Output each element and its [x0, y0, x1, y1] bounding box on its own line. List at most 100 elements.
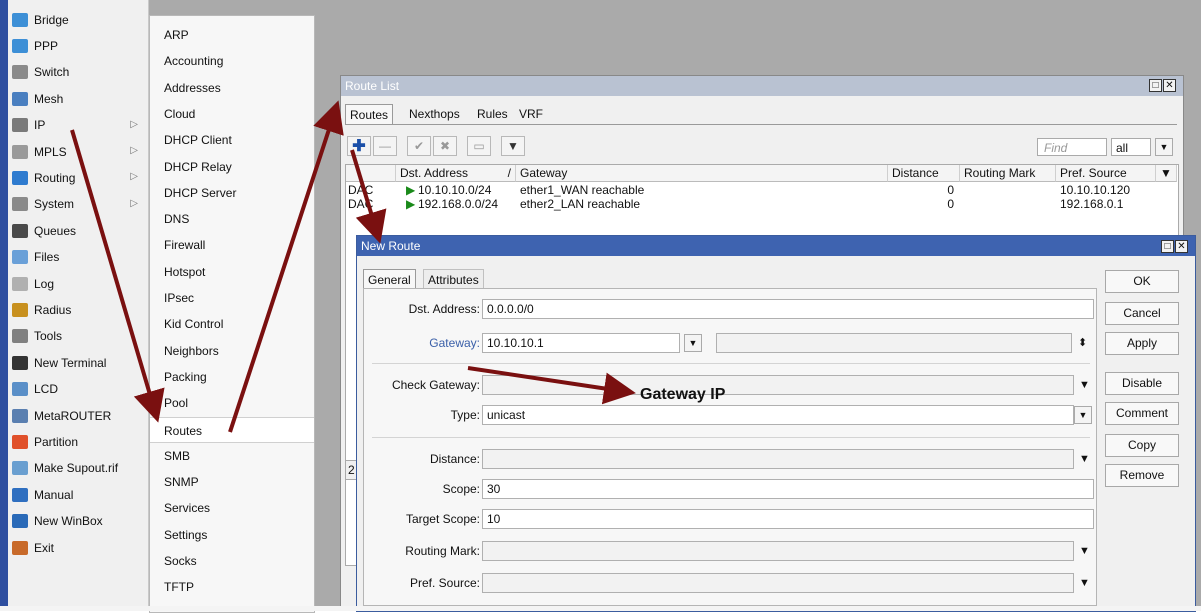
menu-item-routing[interactable]: Routing ▷ [8, 165, 148, 190]
menu-item-label: Log [34, 276, 55, 291]
maximize-button[interactable]: □ [1161, 240, 1174, 253]
submenu-item-services[interactable]: Services [150, 495, 314, 521]
menu-item-bridge[interactable]: Bridge [8, 7, 148, 32]
submenu-item-smb[interactable]: SMB [150, 443, 314, 469]
comment-icon[interactable]: ▭ [467, 136, 491, 156]
comment-button[interactable]: Comment [1105, 402, 1179, 425]
submenu-item-arp[interactable]: ARP [150, 22, 314, 48]
menu-item-mpls[interactable]: MPLS ▷ [8, 139, 148, 164]
submenu-item-dhcp-relay[interactable]: DHCP Relay [150, 154, 314, 180]
target-scope-input[interactable]: 10 [482, 509, 1094, 529]
tab-vrf[interactable]: VRF [515, 104, 547, 124]
tab-nexthops[interactable]: Nexthops [405, 104, 464, 124]
menu-item-manual[interactable]: Manual [8, 482, 148, 507]
row-flags: DAC [348, 183, 374, 197]
menu-item-files[interactable]: Files [8, 245, 148, 270]
submenu-item-firewall[interactable]: Firewall [150, 232, 314, 258]
submenu-item-socks[interactable]: Socks [150, 548, 314, 574]
tab-attributes[interactable]: Attributes [423, 269, 484, 289]
tab-general[interactable]: General [363, 269, 416, 289]
menu-item-exit[interactable]: Exit [8, 535, 148, 560]
submenu-item-ipsec[interactable]: IPsec [150, 285, 314, 311]
remove-icon[interactable]: — [373, 136, 397, 156]
column-pref-source[interactable]: Pref. Source [1056, 165, 1156, 182]
submenu-item-tftp[interactable]: TFTP [150, 574, 314, 600]
menu-item-make-supout-rif[interactable]: Make Supout.rif [8, 456, 148, 481]
add-icon[interactable]: ✚ [347, 136, 371, 156]
submenu-item-neighbors[interactable]: Neighbors [150, 338, 314, 364]
submenu-item-packing[interactable]: Packing [150, 364, 314, 390]
disable-button[interactable]: Disable [1105, 372, 1179, 395]
column-dst-address[interactable]: Dst. Address / [396, 165, 516, 182]
menu-item-log[interactable]: Log [8, 271, 148, 296]
type-dropdown-icon[interactable]: ▼ [1074, 406, 1092, 424]
submenu-item-pool[interactable]: Pool [150, 390, 314, 416]
menu-item-tools[interactable]: Tools [8, 324, 148, 349]
distance-dropdown-icon[interactable]: ▼ [1079, 449, 1090, 469]
column-distance[interactable]: Distance [888, 165, 960, 182]
scope-input[interactable]: 30 [482, 479, 1094, 499]
routing-mark-dropdown-icon[interactable]: ▼ [1079, 541, 1090, 561]
enable-icon[interactable]: ✔ [407, 136, 431, 156]
submenu-item-accounting[interactable]: Accounting [150, 48, 314, 74]
menu-item-new-terminal[interactable]: New Terminal [8, 350, 148, 375]
ip-submenu: ARP Accounting Addresses Cloud DHCP Client DH… [149, 15, 315, 613]
menu-item-system[interactable]: System ▷ [8, 192, 148, 217]
submenu-item-routes[interactable]: Routes [150, 416, 314, 443]
dst-address-input[interactable]: 0.0.0.0/0 [482, 299, 1094, 319]
disable-icon[interactable]: ✖ [433, 136, 457, 156]
maximize-button[interactable]: □ [1149, 79, 1162, 92]
submenu-item-settings[interactable]: Settings [150, 522, 314, 548]
target-scope-label: Target Scope: [405, 512, 480, 526]
submenu-arrow-icon: ▷ [130, 197, 138, 209]
menu-item-partition[interactable]: Partition [8, 429, 148, 454]
pref-source-select[interactable] [482, 573, 1074, 593]
column-flags [346, 165, 396, 182]
close-button[interactable]: ✕ [1163, 79, 1176, 92]
submenu-item-dhcp-client[interactable]: DHCP Client [150, 127, 314, 153]
column-menu-icon[interactable]: ▼ [1156, 165, 1177, 182]
ok-button[interactable]: OK [1105, 270, 1179, 293]
submenu-item-hotspot[interactable]: Hotspot [150, 259, 314, 285]
menu-item-ppp[interactable]: PPP [8, 33, 148, 58]
check-gateway-dropdown-icon[interactable]: ▼ [1079, 375, 1090, 395]
filter-select[interactable]: all [1111, 138, 1151, 156]
copy-button[interactable]: Copy [1105, 434, 1179, 457]
column-gateway[interactable]: Gateway [516, 165, 888, 182]
filter-icon[interactable]: ▼ [501, 136, 525, 156]
menu-item-radius[interactable]: Radius [8, 297, 148, 322]
pref-source-dropdown-icon[interactable]: ▼ [1079, 573, 1090, 593]
add-remove-gateway-icon[interactable]: ⬍ [1078, 333, 1087, 353]
menu-item-ip[interactable]: IP ▷ [8, 113, 148, 138]
submenu-item-kid-control[interactable]: Kid Control [150, 311, 314, 337]
menu-item-metarouter[interactable]: MetaROUTER [8, 403, 148, 428]
submenu-item-cloud[interactable]: Cloud [150, 101, 314, 127]
menu-item-lcd[interactable]: LCD [8, 377, 148, 402]
menu-item-mesh[interactable]: Mesh [8, 86, 148, 111]
check-gateway-select[interactable] [482, 375, 1074, 395]
column-routing-mark[interactable]: Routing Mark [960, 165, 1056, 182]
cancel-button[interactable]: Cancel [1105, 302, 1179, 325]
find-input[interactable]: Find [1037, 138, 1107, 156]
gateway-dropdown-icon[interactable]: ▼ [684, 334, 702, 352]
submenu-item-snmp[interactable]: SNMP [150, 469, 314, 495]
menu-item-queues[interactable]: Queues [8, 218, 148, 243]
tab-routes[interactable]: Routes [345, 104, 394, 124]
menu-item-switch[interactable]: Switch [8, 60, 148, 85]
submenu-item-addresses[interactable]: Addresses [150, 75, 314, 101]
tab-rules[interactable]: Rules [473, 104, 512, 124]
gateway-input[interactable]: 10.10.10.1 [482, 333, 680, 353]
filter-dropdown-icon[interactable]: ▼ [1155, 138, 1173, 156]
menu-item-new-winbox[interactable]: New WinBox [8, 509, 148, 534]
submenu-item-dns[interactable]: DNS [150, 206, 314, 232]
remove-button[interactable]: Remove [1105, 464, 1179, 487]
routing-mark-select[interactable] [482, 541, 1074, 561]
close-button[interactable]: ✕ [1175, 240, 1188, 253]
distance-input[interactable] [482, 449, 1074, 469]
menu-item-label: Routing [34, 170, 76, 185]
apply-button[interactable]: Apply [1105, 332, 1179, 355]
submenu-item-dhcp-server[interactable]: DHCP Server [150, 180, 314, 206]
type-label: Type: [450, 408, 480, 422]
type-select[interactable]: unicast [482, 405, 1074, 425]
gateway-secondary-input[interactable] [716, 333, 1072, 353]
